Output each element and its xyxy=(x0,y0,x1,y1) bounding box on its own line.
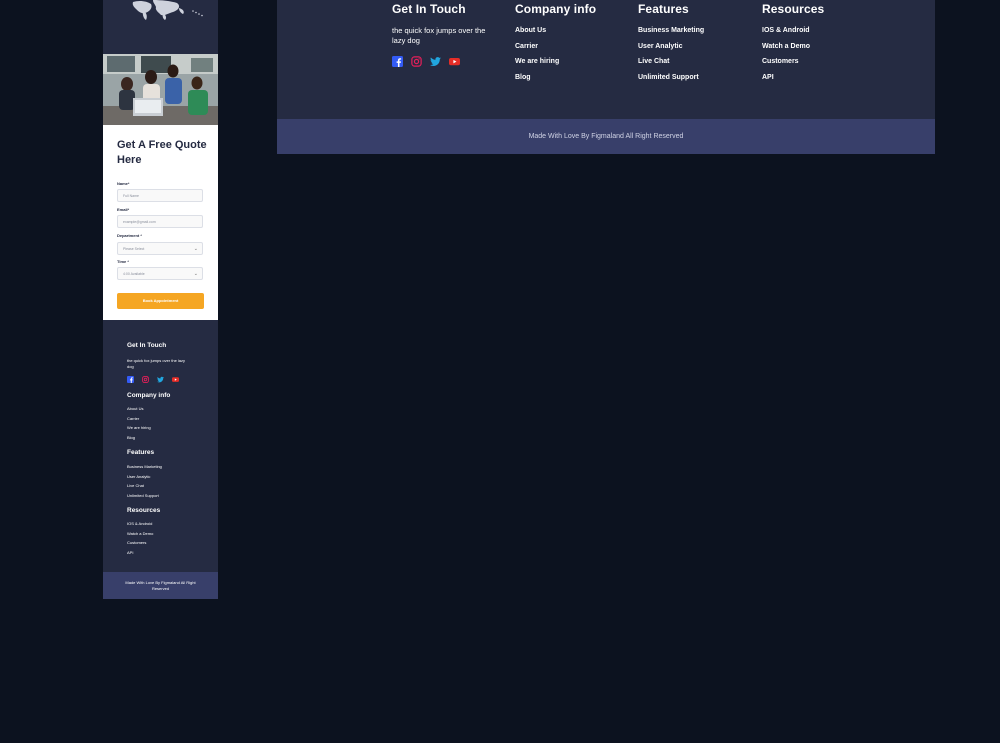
mobile-resources-title: Resources xyxy=(127,507,161,514)
mobile-social-links xyxy=(127,376,179,383)
mobile-footer-link[interactable]: Carrier xyxy=(127,416,151,426)
mobile-company-info-title: Company info xyxy=(127,392,171,399)
footer-link-ios-android[interactable]: IOS & Android xyxy=(762,26,824,42)
footer-link-user-analytic[interactable]: User Analytic xyxy=(638,42,704,58)
youtube-icon[interactable] xyxy=(449,56,460,67)
mobile-company-info-list: About Us Carrier We are hiring Blog xyxy=(127,406,151,444)
mobile-resources-list: IOS & Android Watch a Demo Customers API xyxy=(127,521,153,559)
department-select[interactable]: Please Select ⌄ xyxy=(117,242,203,255)
mobile-footer-link[interactable]: Blog xyxy=(127,435,151,445)
department-label: Department * xyxy=(117,233,142,238)
mobile-footer-link[interactable]: Unlimited Support xyxy=(127,493,162,503)
book-appointment-button[interactable]: Book Appointment xyxy=(117,293,204,309)
name-input[interactable]: Full Name xyxy=(117,189,203,202)
get-in-touch-column: Get In Touch the quick fox jumps over th… xyxy=(392,0,492,67)
resources-list: IOS & Android Watch a Demo Customers API xyxy=(762,26,824,88)
team-photo-illustration xyxy=(103,54,218,125)
mobile-footer-link[interactable]: Business Marketing xyxy=(127,464,162,474)
mobile-footer-link[interactable]: API xyxy=(127,550,153,560)
instagram-icon[interactable] xyxy=(142,376,149,383)
mobile-footer: Get In Touch the quick fox jumps over th… xyxy=(103,320,218,572)
mobile-footer-link[interactable]: We are hiring xyxy=(127,425,151,435)
youtube-icon[interactable] xyxy=(172,376,179,383)
time-select[interactable]: 4:00 Available ⌄ xyxy=(117,267,203,280)
time-select-value: 4:00 Available xyxy=(123,272,145,276)
twitter-icon[interactable] xyxy=(157,376,164,383)
footer-link-live-chat[interactable]: Live Chat xyxy=(638,57,704,73)
resources-title: Resources xyxy=(762,2,825,16)
mobile-footer-link[interactable]: Live Chat xyxy=(127,483,162,493)
mobile-footer-link[interactable]: User Analytic xyxy=(127,474,162,484)
desktop-footer: Get In Touch the quick fox jumps over th… xyxy=(277,0,935,154)
mobile-get-in-touch-title: Get In Touch xyxy=(127,342,167,349)
footer-link-business-marketing[interactable]: Business Marketing xyxy=(638,26,704,42)
company-info-list: About Us Carrier We are hiring Blog xyxy=(515,26,596,88)
company-info-column: Company info About Us Carrier We are hir… xyxy=(515,0,596,88)
mobile-footer-link[interactable]: About Us xyxy=(127,406,151,416)
mobile-features-title: Features xyxy=(127,449,155,456)
resources-column: Resources IOS & Android Watch a Demo Cus… xyxy=(762,0,824,88)
department-select-value: Please Select xyxy=(123,247,145,251)
chevron-down-icon: ⌄ xyxy=(193,271,198,277)
features-title: Features xyxy=(638,2,689,16)
email-input[interactable]: example@gmail.com xyxy=(117,215,203,228)
mobile-copyright-text: Made With Love By Figmaland All Right Re… xyxy=(125,580,196,591)
facebook-icon[interactable] xyxy=(392,56,403,67)
features-column: Features Business Marketing User Analyti… xyxy=(638,0,704,88)
mobile-footer-link[interactable]: Customers xyxy=(127,540,153,550)
mobile-features-list: Business Marketing User Analytic Live Ch… xyxy=(127,464,162,502)
quote-form: Get A Free Quote Here Name* Full Name Em… xyxy=(103,125,218,320)
get-in-touch-title: Get In Touch xyxy=(392,2,466,16)
chevron-down-icon: ⌄ xyxy=(193,246,198,252)
facebook-icon[interactable] xyxy=(127,376,134,383)
mobile-footer-link[interactable]: Watch a Demo xyxy=(127,531,153,541)
footer-link-customers[interactable]: Customers xyxy=(762,57,824,73)
instagram-icon[interactable] xyxy=(411,56,422,67)
mobile-get-in-touch-text: the quick fox jumps over the lazy dog xyxy=(127,358,186,369)
footer-link-blog[interactable]: Blog xyxy=(515,73,596,89)
footer-link-watch-a-demo[interactable]: Watch a Demo xyxy=(762,42,824,58)
footer-link-about-us[interactable]: About Us xyxy=(515,26,596,42)
quote-form-title: Get A Free Quote Here xyxy=(117,139,207,166)
email-label: Email* xyxy=(117,207,130,212)
get-in-touch-text: the quick fox jumps over the lazy dog xyxy=(392,26,486,45)
mobile-artboard: Get A Free Quote Here Name* Full Name Em… xyxy=(103,0,218,599)
company-info-title: Company info xyxy=(515,2,597,16)
world-map-graphic xyxy=(132,0,203,20)
copyright-text: Made With Love By Figmaland All Right Re… xyxy=(528,133,684,140)
mobile-copyright-bar: Made With Love By Figmaland All Right Re… xyxy=(103,572,218,599)
social-links xyxy=(392,56,492,67)
footer-link-we-are-hiring[interactable]: We are hiring xyxy=(515,57,596,73)
footer-link-carrier[interactable]: Carrier xyxy=(515,42,596,58)
features-list: Business Marketing User Analytic Live Ch… xyxy=(638,26,704,88)
team-photo xyxy=(103,54,218,125)
twitter-icon[interactable] xyxy=(430,56,441,67)
footer-link-api[interactable]: API xyxy=(762,73,824,89)
time-label: Time * xyxy=(117,259,129,264)
name-label: Name* xyxy=(117,181,130,186)
mobile-hero-map-section xyxy=(103,0,218,54)
copyright-bar: Made With Love By Figmaland All Right Re… xyxy=(277,119,935,154)
footer-link-unlimited-support[interactable]: Unlimited Support xyxy=(638,73,704,89)
mobile-footer-link[interactable]: IOS & Android xyxy=(127,521,153,531)
